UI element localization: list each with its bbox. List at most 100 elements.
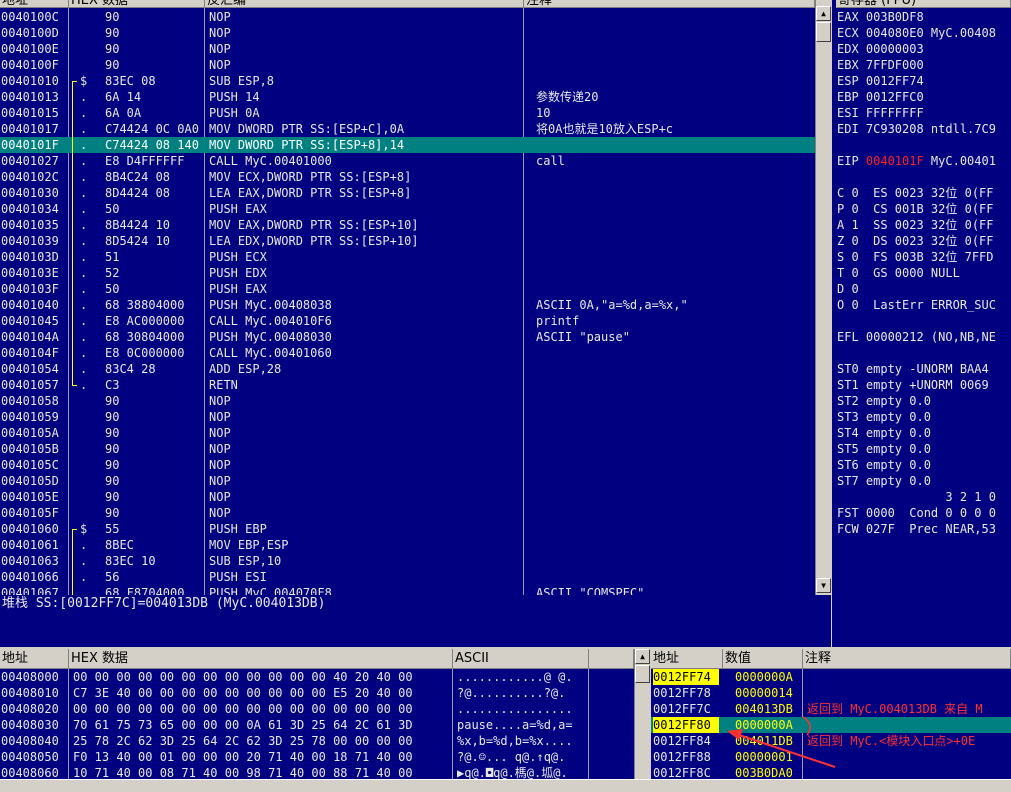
disasm-row[interactable]: 0040105F 90 NOP	[0, 505, 815, 521]
register-line[interactable]: ST4 empty 0.0	[837, 425, 931, 441]
disasm-row[interactable]: 0040105A 90 NOP	[0, 425, 815, 441]
disasm-row[interactable]: 00401013. 6A 14 PUSH 14 参数传递20	[0, 89, 815, 105]
disasm-row[interactable]: 00401017. C74424 0C 0A0 MOV DWORD PTR SS:[…	[0, 121, 815, 137]
register-line[interactable]: A 1 SS 0023 32位 0(FF	[837, 217, 994, 233]
disasm-row[interactable]: 00401045. E8 AC000000 CALL MyC.004010F6 pri…	[0, 313, 815, 329]
disassembly-panel[interactable]: 地址 HEX 数据 反汇编 注释 0040100C 90 NOP 0040100D 90…	[0, 0, 831, 595]
stack-row[interactable]: 0012FF88 00000001	[651, 749, 1011, 765]
dump-row[interactable]: 00408020 00 00 00 00 00 00 00 00 00 00 00…	[0, 701, 634, 717]
disasm-header-hex[interactable]: HEX 数据	[69, 0, 205, 8]
disasm-row[interactable]: 00401067. 68 F8704000 PUSH MyC.004070F8 ASC…	[0, 585, 815, 595]
disasm-row[interactable]: 00401035. 8B4424 10 MOV EAX,DWORD PTR SS:[…	[0, 217, 815, 233]
stack-row[interactable]: 0012FF84 004011DB 返回到 MyC.<模块入口点>+0E	[651, 733, 1011, 749]
disasm-row[interactable]: 0040105E 90 NOP	[0, 489, 815, 505]
disasm-row[interactable]: 00401030. 8D4424 08 LEA EAX,DWORD PTR SS:[…	[0, 185, 815, 201]
disasm-row[interactable]: 0040103E. 52 PUSH EDX	[0, 265, 815, 281]
register-line[interactable]: ST2 empty 0.0	[837, 393, 931, 409]
stack-row[interactable]: 0012FF7C 004013DB 返回到 MyC.004013DB 来自 M	[651, 701, 1011, 717]
register-line[interactable]: EDI 7C930208 ntdll.7C9	[837, 121, 996, 137]
stack-panel[interactable]: 地址 数值 注释 0012FF74 0000000A 0012FF78 0000001…	[651, 649, 1011, 779]
register-line[interactable]: ST3 empty 0.0	[837, 409, 931, 425]
memory-dump-panel[interactable]: 地址 HEX 数据 ASCII 00408000 00 00 00 00 00 0…	[0, 649, 650, 779]
dump-header-ascii[interactable]: ASCII	[453, 649, 589, 669]
register-line[interactable]: ECX 004080E0 MyC.00408	[837, 25, 996, 41]
dump-row[interactable]: 00408060 10 71 40 00 08 71 40 00 98 71 40…	[0, 765, 634, 779]
disasm-row[interactable]: 00401061. 8BEC MOV EBP,ESP	[0, 537, 815, 553]
scroll-down-button[interactable]: ▼	[816, 578, 831, 593]
disasm-row[interactable]: 00401059 90 NOP	[0, 409, 815, 425]
dump-scroll-up-button[interactable]: ▲	[635, 649, 650, 664]
scroll-up-button[interactable]: ▲	[816, 6, 831, 21]
bottom-scrollbar[interactable]	[0, 779, 1011, 792]
stack-row-selected[interactable]: 0012FF80 0000000A	[651, 717, 1011, 733]
disasm-row[interactable]: 0040105B 90 NOP	[0, 441, 815, 457]
dump-row[interactable]: 00408050 F0 13 40 00 01 00 00 00 20 71 40…	[0, 749, 634, 765]
disasm-row[interactable]: 00401034. 50 PUSH EAX	[0, 201, 815, 217]
stack-header-value[interactable]: 数值	[723, 649, 803, 669]
disasm-row[interactable]: 0040104F. E8 0C000000 CALL MyC.00401060	[0, 345, 815, 361]
stack-row[interactable]: 0012FF78 00000014	[651, 685, 1011, 701]
register-line[interactable]: FST 0000 Cond 0 0 0 0	[837, 505, 996, 521]
dump-row[interactable]: 00408000 00 00 00 00 00 00 00 00 00 00 00…	[0, 669, 634, 685]
disasm-row[interactable]: 00401039. 8D5424 10 LEA EDX,DWORD PTR SS:[…	[0, 233, 815, 249]
register-line[interactable]: EIP 0040101F MyC.00401	[837, 153, 996, 169]
register-line[interactable]: C 0 ES 0023 32位 0(FF	[837, 185, 994, 201]
dump-header-address[interactable]: 地址	[0, 649, 69, 669]
register-line[interactable]: ST6 empty 0.0	[837, 457, 931, 473]
register-line[interactable]: EBX 7FFDF000	[837, 57, 924, 73]
register-line[interactable]: S 0 FS 003B 32位 7FFD	[837, 249, 994, 265]
register-line[interactable]: ST0 empty -UNORM BAA4	[837, 361, 989, 377]
disasm-row[interactable]: 0040105D 90 NOP	[0, 473, 815, 489]
register-line[interactable]: FCW 027F Prec NEAR,53	[837, 521, 996, 537]
disasm-row[interactable]: 0040100C 90 NOP	[0, 9, 815, 25]
register-line[interactable]: 3 2 1 0	[837, 489, 996, 505]
register-line[interactable]: Z 0 DS 0023 32位 0(FF	[837, 233, 994, 249]
disasm-row[interactable]: 00401066. 56 PUSH ESI	[0, 569, 815, 585]
dump-row[interactable]: 00408030 70 61 75 73 65 00 00 00 0A 61 3D…	[0, 717, 634, 733]
disasm-row[interactable]: 0040100D 90 NOP	[0, 25, 815, 41]
disasm-row[interactable]: 00401010 $83EC 08 SUB ESP,8	[0, 73, 815, 89]
register-line[interactable]: ESP 0012FF74	[837, 73, 924, 89]
disasm-header-comment[interactable]: 注释	[524, 0, 815, 8]
registers-header[interactable]: 寄存器 (FPU)	[836, 0, 1011, 8]
disasm-row[interactable]: 00401058 90 NOP	[0, 393, 815, 409]
disasm-row[interactable]: 00401057. C3 RETN	[0, 377, 815, 393]
disasm-row[interactable]: 0040100E 90 NOP	[0, 41, 815, 57]
register-line[interactable]: EFL 00000212 (NO,NB,NE	[837, 329, 996, 345]
disasm-row[interactable]: 00401054. 83C4 28 ADD ESP,28	[0, 361, 815, 377]
disasm-row[interactable]: 0040102C. 8B4C24 08 MOV ECX,DWORD PTR SS:[…	[0, 169, 815, 185]
dump-row[interactable]: 00408010 C7 3E 40 00 00 00 00 00 00 00 00…	[0, 685, 634, 701]
stack-header-comment[interactable]: 注释	[803, 649, 1011, 669]
disasm-row[interactable]: 0040103D. 51 PUSH ECX	[0, 249, 815, 265]
dump-header-hex[interactable]: HEX 数据	[69, 649, 453, 669]
disasm-header-disassembly[interactable]: 反汇编	[205, 0, 524, 8]
register-line[interactable]: ST5 empty 0.0	[837, 441, 931, 457]
disasm-row[interactable]: 00401015. 6A 0A PUSH 0A 10	[0, 105, 815, 121]
disasm-header-address[interactable]: 地址	[0, 0, 69, 8]
disasm-row-selected[interactable]: 0040101F. C74424 08 140 MOV DWORD PTR SS:[…	[0, 137, 815, 153]
dump-row[interactable]: 00408040 25 78 2C 62 3D 25 64 2C 62 3D 25…	[0, 733, 634, 749]
register-line[interactable]: EAX 003B0DF8	[837, 9, 924, 25]
disasm-row[interactable]: 0040100F 90 NOP	[0, 57, 815, 73]
register-line[interactable]: ESI FFFFFFFF	[837, 105, 924, 121]
register-line[interactable]: EBP 0012FFC0	[837, 89, 924, 105]
register-line[interactable]: ST1 empty +UNORM 0069	[837, 377, 989, 393]
register-line[interactable]: O 0 LastErr ERROR_SUC	[837, 297, 996, 313]
register-line[interactable]: EDX 00000003	[837, 41, 924, 57]
disasm-row[interactable]: 00401040. 68 38804000 PUSH MyC.00408038 ASC…	[0, 297, 815, 313]
register-line[interactable]: D 0	[837, 281, 859, 297]
dump-scroll-thumb[interactable]	[635, 665, 650, 683]
disasm-row[interactable]: 00401063. 83EC 10 SUB ESP,10	[0, 553, 815, 569]
disasm-row[interactable]: 00401060 $55 PUSH EBP	[0, 521, 815, 537]
stack-row[interactable]: 0012FF8C 003B0DA0	[651, 765, 1011, 779]
stack-header-address[interactable]: 地址	[651, 649, 723, 669]
disasm-row[interactable]: 0040104A. 68 30804000 PUSH MyC.00408030 ASC…	[0, 329, 815, 345]
registers-panel[interactable]: 寄存器 (FPU) EAX 003B0DF8 ECX 004080E0 MyC.0…	[832, 0, 1011, 647]
disasm-row[interactable]: 0040105C 90 NOP	[0, 457, 815, 473]
disasm-row[interactable]: 00401027. E8 D4FFFFFF CALL MyC.00401000 cal…	[0, 153, 815, 169]
dump-scrollbar[interactable]: ▲	[634, 649, 650, 779]
register-line[interactable]: P 0 CS 001B 32位 0(FF	[837, 201, 994, 217]
disasm-scrollbar[interactable]: ▲ ▼	[815, 0, 831, 595]
register-line[interactable]: ST7 empty 0.0	[837, 473, 931, 489]
disasm-row[interactable]: 0040103F. 50 PUSH EAX	[0, 281, 815, 297]
